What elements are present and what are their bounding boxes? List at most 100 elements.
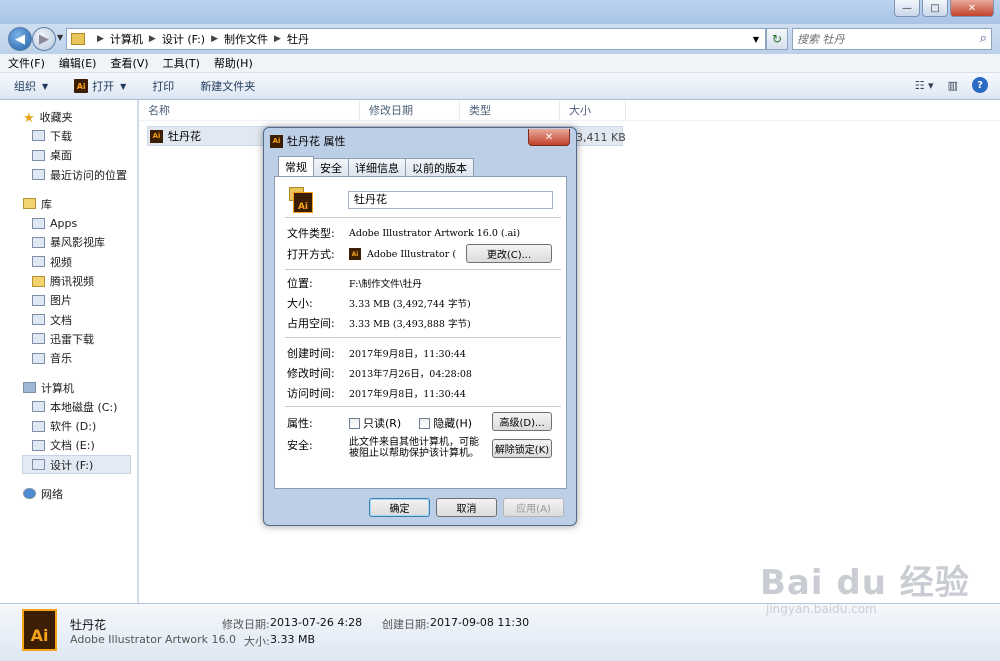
nav-item-baofeng[interactable]: 暴风影视库 (0, 233, 137, 252)
nav-item-videos[interactable]: 视频 (0, 252, 137, 271)
tab-general[interactable]: 常规 (278, 156, 314, 176)
open-button[interactable]: Ai 打开 ▼ (74, 78, 126, 94)
breadcrumb-drive[interactable]: 设计 (F:) (162, 31, 205, 47)
column-modified[interactable]: 修改日期 (360, 99, 460, 121)
chevron-right-icon[interactable]: ▶ (97, 34, 104, 44)
videos-icon (32, 256, 45, 268)
nav-item-recent[interactable]: 最近访问的位置 (0, 165, 137, 184)
size-value: 3.33 MB (3,492,744 字节) (349, 299, 471, 310)
nav-group-label: 收藏夹 (39, 110, 73, 124)
created-value: 2017年9月8日，11:30:44 (349, 349, 466, 360)
nav-item-label: 迅雷下载 (50, 332, 94, 346)
modified-value: 2013年7月26日，04:28:08 (349, 369, 472, 380)
breadcrumb-current[interactable]: 牡丹 (287, 31, 309, 47)
column-name[interactable]: 名称 (139, 99, 360, 121)
readonly-label[interactable]: 只读(R) (363, 415, 401, 431)
desktop-icon (32, 149, 45, 161)
chevron-right-icon[interactable]: ▶ (274, 34, 281, 44)
nav-item-downloads[interactable]: 下载 (0, 126, 137, 145)
details-created: 2017-09-08 11:30 (430, 616, 530, 629)
change-view-icon[interactable]: ☷ ▾ (915, 79, 934, 92)
chevron-right-icon[interactable]: ▶ (149, 34, 156, 44)
hidden-label[interactable]: 隐藏(H) (433, 415, 472, 431)
breadcrumb-folder[interactable]: 制作文件 (224, 31, 268, 47)
cancel-button[interactable]: 取消 (436, 498, 497, 517)
size-label: 大小: (287, 297, 313, 310)
general-panel: Ai 牡丹花 文件类型: Adobe Illustrator Artwork 16… (274, 176, 567, 489)
minimize-button[interactable]: — (894, 0, 920, 17)
nav-item-desktop[interactable]: 桌面 (0, 146, 137, 165)
menu-file[interactable]: 文件(F) (8, 55, 45, 71)
back-arrow-icon: ◀ (15, 31, 25, 47)
refresh-button[interactable]: ↻ (766, 28, 788, 50)
history-dropdown-icon[interactable]: ▼ (57, 33, 63, 42)
maximize-button[interactable]: □ (922, 0, 948, 17)
change-button[interactable]: 更改(C)... (466, 244, 552, 263)
security-label: 安全: (287, 439, 313, 452)
nav-libraries[interactable]: 库 (0, 194, 137, 213)
tab-security[interactable]: 安全 (313, 158, 349, 176)
apply-button[interactable]: 应用(A) (503, 498, 564, 517)
location-label: 位置: (287, 277, 313, 290)
tab-details[interactable]: 详细信息 (348, 158, 406, 176)
nav-item-label: 文档 (50, 313, 72, 327)
chevron-down-icon[interactable]: ▼ (120, 82, 126, 91)
advanced-button[interactable]: 高级(D)... (492, 412, 552, 431)
print-button[interactable]: 打印 (152, 78, 174, 94)
menu-view[interactable]: 查看(V) (110, 55, 148, 71)
dialog-close-button[interactable]: ✕ (528, 129, 570, 146)
forward-button[interactable]: ▶ (32, 27, 56, 51)
filename-field[interactable]: 牡丹花 (348, 191, 553, 209)
address-bar[interactable]: ▶ 计算机 ▶ 设计 (F:) ▶ 制作文件 ▶ 牡丹 ▼ (66, 28, 766, 50)
ok-button[interactable]: 确定 (369, 498, 430, 517)
network-icon (23, 488, 36, 500)
nav-item-documents[interactable]: 文档 (0, 310, 137, 329)
nav-item-drive-f[interactable]: 设计 (F:) (22, 455, 131, 475)
nav-item-apps[interactable]: Apps (0, 213, 137, 232)
hidden-checkbox[interactable] (419, 417, 431, 429)
illustrator-file-icon: Ai (289, 187, 313, 213)
menu-help[interactable]: 帮助(H) (214, 55, 253, 71)
search-input[interactable]: 搜索 牡丹 ⌕ (792, 28, 992, 50)
nav-item-tencent-video[interactable]: 腾讯视频 (0, 271, 137, 290)
music-icon (32, 352, 45, 364)
nav-computer[interactable]: 计算机 (0, 378, 137, 397)
nav-item-label: 软件 (D:) (50, 420, 97, 434)
column-size[interactable]: 大小 (560, 99, 626, 121)
preview-pane-icon[interactable]: ▥ (948, 79, 958, 92)
nav-favorites[interactable]: ★ 收藏夹 (0, 107, 137, 127)
pictures-icon (32, 294, 45, 306)
unblock-button[interactable]: 解除锁定(K) (492, 439, 552, 458)
drive-icon (32, 439, 45, 451)
nav-item-music[interactable]: 音乐 (0, 349, 137, 368)
chevron-right-icon[interactable]: ▶ (211, 34, 218, 44)
menu-edit[interactable]: 编辑(E) (59, 55, 97, 71)
nav-item-drive-c[interactable]: 本地磁盘 (C:) (0, 397, 137, 416)
organize-button[interactable]: 组织 ▼ (14, 78, 48, 94)
nav-item-drive-d[interactable]: 软件 (D:) (0, 416, 137, 435)
details-type: Adobe Illustrator Artwork 16.0 (70, 633, 236, 646)
details-size: 3.33 MB (270, 633, 316, 646)
nav-group-label: 网络 (41, 487, 63, 501)
new-folder-button[interactable]: 新建文件夹 (200, 78, 255, 94)
help-icon[interactable]: ? (972, 77, 988, 93)
search-placeholder: 搜索 牡丹 (797, 33, 845, 46)
column-type[interactable]: 类型 (460, 99, 560, 121)
close-button[interactable]: ✕ (950, 0, 994, 17)
nav-network[interactable]: 网络 (0, 484, 137, 503)
nav-item-pictures[interactable]: 图片 (0, 291, 137, 310)
back-button[interactable]: ◀ (8, 27, 32, 51)
breadcrumb-computer[interactable]: 计算机 (110, 31, 143, 47)
address-dropdown-icon[interactable]: ▼ (753, 35, 759, 44)
nav-item-label: 图片 (50, 294, 72, 308)
search-icon[interactable]: ⌕ (980, 31, 987, 46)
tab-previous-versions[interactable]: 以前的版本 (405, 158, 474, 176)
nav-item-drive-e[interactable]: 文档 (E:) (0, 436, 137, 455)
nav-item-label: 桌面 (50, 149, 72, 163)
nav-item-thunder[interactable]: 迅雷下载 (0, 329, 137, 348)
dialog-title-text: 牡丹花 属性 (287, 135, 346, 148)
disk-size-value: 3.33 MB (3,493,888 字节) (349, 319, 471, 330)
menu-tools[interactable]: 工具(T) (163, 55, 200, 71)
illustrator-icon: Ai (349, 248, 361, 260)
readonly-checkbox[interactable] (349, 417, 360, 429)
